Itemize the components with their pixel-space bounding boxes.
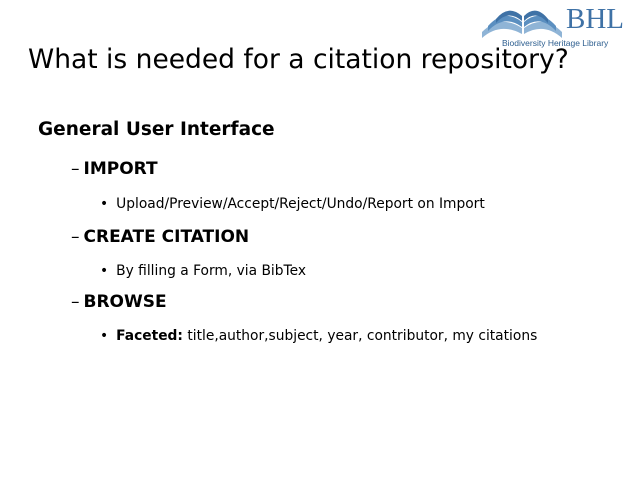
item-import: – IMPORT [71, 159, 158, 179]
logo-wordmark: BHL [566, 3, 624, 35]
item-browse: – BROWSE [71, 292, 167, 312]
dash-glyph: – [71, 292, 80, 312]
dash-glyph: – [71, 227, 80, 247]
bullet-glyph: • [100, 263, 109, 279]
item-import-detail: • Upload/Preview/Accept/Reject/Undo/Repor… [100, 196, 485, 212]
item-browse-label: BROWSE [83, 292, 167, 312]
open-book-icon [482, 10, 562, 38]
slide-title: What is needed for a citation repository… [28, 44, 569, 75]
item-create-citation-label: CREATE CITATION [83, 227, 250, 247]
dash-glyph: – [71, 159, 80, 179]
item-browse-detail-text: title,author,subject, year, contributor,… [182, 328, 538, 344]
section-heading: General User Interface [38, 119, 275, 140]
item-browse-detail: • Faceted: title,author,subject, year, co… [100, 328, 537, 344]
slide: BHL Biodiversity Heritage Library What i… [0, 0, 638, 479]
bullet-glyph: • [100, 328, 109, 344]
item-import-detail-text: Upload/Preview/Accept/Reject/Undo/Report… [116, 196, 485, 212]
faceted-label: Faceted: [116, 328, 183, 344]
item-create-citation-detail-text: By filling a Form, via BibTex [116, 263, 306, 279]
item-create-citation: – CREATE CITATION [71, 227, 249, 247]
item-import-label: IMPORT [83, 159, 158, 179]
item-create-citation-detail: • By filling a Form, via BibTex [100, 263, 306, 279]
bullet-glyph: • [100, 196, 109, 212]
